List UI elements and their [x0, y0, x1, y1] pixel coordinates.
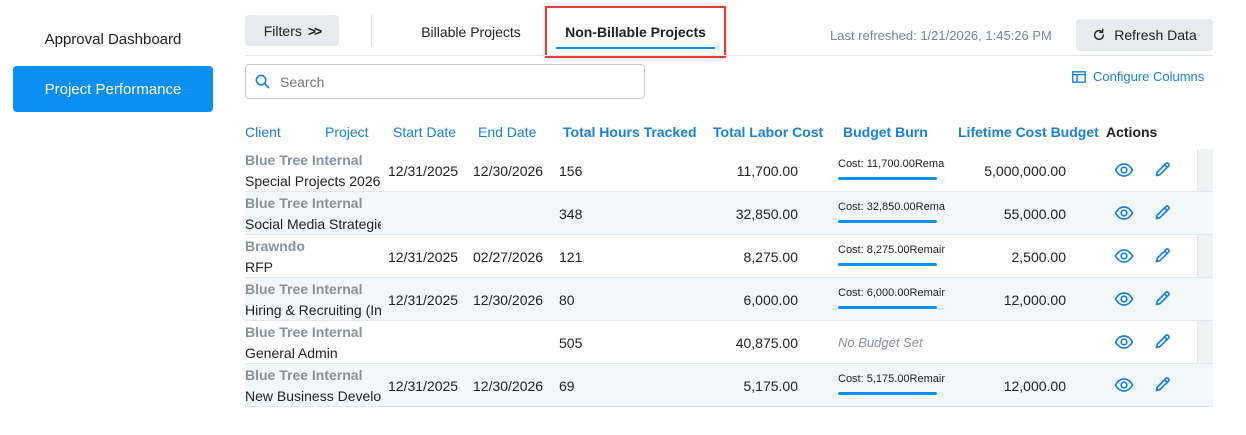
start-date: 12/31/2025 — [388, 249, 459, 265]
client-name: Blue Tree Internal — [245, 195, 363, 211]
budget-burn-bar — [838, 306, 937, 309]
labor-cost: 40,875.00 — [735, 335, 798, 351]
table-body: Blue Tree Internal Special Projects 2026 1… — [245, 149, 1213, 407]
column-header-start-date[interactable]: Start Date — [393, 124, 456, 140]
sidebar-item-approval-dashboard[interactable]: Approval Dashboard — [13, 16, 213, 62]
total-hours: 69 — [559, 378, 575, 394]
eye-icon[interactable] — [1114, 291, 1134, 307]
pencil-icon[interactable] — [1154, 376, 1171, 393]
end-date: 12/30/2026 — [473, 163, 544, 179]
pencil-icon[interactable] — [1154, 161, 1171, 178]
total-hours: 80 — [559, 292, 575, 308]
labor-cost: 8,275.00 — [743, 249, 799, 265]
lifetime-cost-budget: 12,000.00 — [1003, 378, 1066, 394]
table-row: Blue Tree Internal General Admin 505 40,875… — [245, 321, 1213, 364]
refresh-data-button[interactable]: Refresh Data — [1076, 19, 1213, 51]
column-header-client[interactable]: Client — [245, 124, 281, 140]
search-input[interactable] — [280, 73, 620, 90]
configure-columns-label: Configure Columns — [1093, 69, 1205, 84]
toolbar-divider-line — [245, 55, 1213, 56]
project-name: General Admin — [245, 345, 338, 361]
lifetime-cost-budget: 2,500.00 — [1011, 249, 1067, 265]
client-name: Brawndo — [245, 238, 305, 254]
labor-cost: 11,700.00 — [736, 163, 798, 179]
tab-billable-projects[interactable]: Billable Projects — [405, 10, 537, 54]
start-date: 12/31/2025 — [388, 292, 459, 308]
table-row: Blue Tree Internal Hiring & Recruiting (I… — [245, 278, 1213, 321]
budget-burn-bar — [838, 220, 937, 223]
sidebar: Approval Dashboard Project Performance — [0, 0, 230, 435]
client-name: Blue Tree Internal — [245, 324, 363, 340]
eye-icon[interactable] — [1114, 377, 1134, 393]
column-header-project[interactable]: Project — [325, 124, 369, 140]
start-date: 12/31/2025 — [388, 378, 459, 394]
labor-cost: 5,175.00 — [743, 378, 799, 394]
column-header-budget-burn[interactable]: Budget Burn — [843, 124, 928, 140]
client-name: Blue Tree Internal — [245, 281, 363, 297]
eye-icon[interactable] — [1114, 162, 1134, 178]
toolbar-divider — [371, 15, 372, 46]
table-row: Brawndo RFP 12/31/2025 02/27/2026 121 8,275.0… — [245, 235, 1213, 278]
labor-cost: 32,850.00 — [735, 206, 798, 222]
budget-burn-bar — [838, 177, 937, 180]
search-icon — [255, 74, 270, 89]
start-date: 12/31/2025 — [388, 163, 459, 179]
eye-icon[interactable] — [1114, 334, 1134, 350]
budget-burn-bar — [838, 263, 937, 266]
lifetime-cost-budget: 5,000,000.00 — [984, 163, 1066, 179]
column-header-labor-cost[interactable]: Total Labor Cost — [713, 124, 823, 140]
pencil-icon[interactable] — [1154, 290, 1171, 307]
labor-cost: 6,000.00 — [743, 292, 799, 308]
budget-burn-text: Cost: 6,000.00Remaining — [838, 287, 945, 299]
project-name: RFP — [245, 259, 273, 275]
project-name: New Business Development — [245, 388, 381, 404]
client-name: Blue Tree Internal — [245, 367, 363, 383]
total-hours: 348 — [559, 206, 583, 222]
client-name: Blue Tree Internal — [245, 152, 363, 168]
table-header: Client Project Start Date End Date Total… — [245, 118, 1213, 148]
lifetime-cost-budget: 12,000.00 — [1003, 292, 1066, 308]
refresh-icon — [1094, 28, 1105, 41]
project-name: Hiring & Recruiting (Internal) — [245, 302, 381, 318]
refresh-data-label: Refresh Data — [1114, 27, 1197, 43]
pencil-icon[interactable] — [1154, 247, 1171, 264]
column-header-end-date[interactable]: End Date — [478, 124, 536, 140]
configure-columns-link[interactable]: Configure Columns — [1072, 69, 1204, 84]
filters-button[interactable]: Filters >> — [245, 15, 339, 46]
column-header-actions: Actions — [1106, 124, 1158, 140]
eye-icon[interactable] — [1114, 205, 1134, 221]
budget-burn-text: Cost: 8,275.00Remaining — [838, 244, 945, 256]
tab-non-billable-label: Non-Billable Projects — [565, 24, 706, 40]
columns-icon — [1072, 70, 1086, 83]
end-date: 12/30/2026 — [473, 378, 544, 394]
tab-non-billable-projects[interactable]: Non-Billable Projects — [545, 6, 726, 58]
last-refreshed-text: Last refreshed: 1/21/2026, 1:45:26 PM — [830, 28, 1052, 43]
table-row: Blue Tree Internal Special Projects 2026 1… — [245, 149, 1213, 192]
no-budget-text: No Budget Set — [838, 335, 923, 350]
sidebar-item-project-performance[interactable]: Project Performance — [13, 66, 213, 112]
filters-label: Filters — [263, 22, 302, 39]
end-date: 12/30/2026 — [473, 292, 544, 308]
budget-burn-text: Cost: 32,850.00Remaining — [838, 201, 945, 213]
search-box — [245, 64, 645, 99]
project-name: Special Projects 2026 — [245, 173, 381, 189]
total-hours: 505 — [559, 335, 583, 351]
budget-burn-bar — [838, 392, 937, 395]
lifetime-cost-budget: 55,000.00 — [1003, 206, 1066, 222]
column-header-lifetime-budget[interactable]: Lifetime Cost Budget — [958, 124, 1099, 140]
pencil-icon[interactable] — [1154, 204, 1171, 221]
table-row: Blue Tree Internal Social Media Strategie… — [245, 192, 1213, 235]
active-tab-indicator — [556, 47, 715, 49]
budget-burn-text: Cost: 5,175.00Remaining — [838, 373, 945, 385]
total-hours: 156 — [559, 163, 583, 179]
column-header-total-hours[interactable]: Total Hours Tracked — [563, 124, 697, 140]
eye-icon[interactable] — [1114, 248, 1134, 264]
pencil-icon[interactable] — [1154, 333, 1171, 350]
project-name: Social Media Strategies — [245, 216, 381, 232]
total-hours: 121 — [559, 249, 583, 265]
table-row: Blue Tree Internal New Business Developme… — [245, 364, 1213, 407]
double-chevron-right-icon: >> — [307, 22, 322, 39]
budget-burn-text: Cost: 11,700.00Remaining — [838, 158, 945, 170]
end-date: 02/27/2026 — [473, 249, 544, 265]
